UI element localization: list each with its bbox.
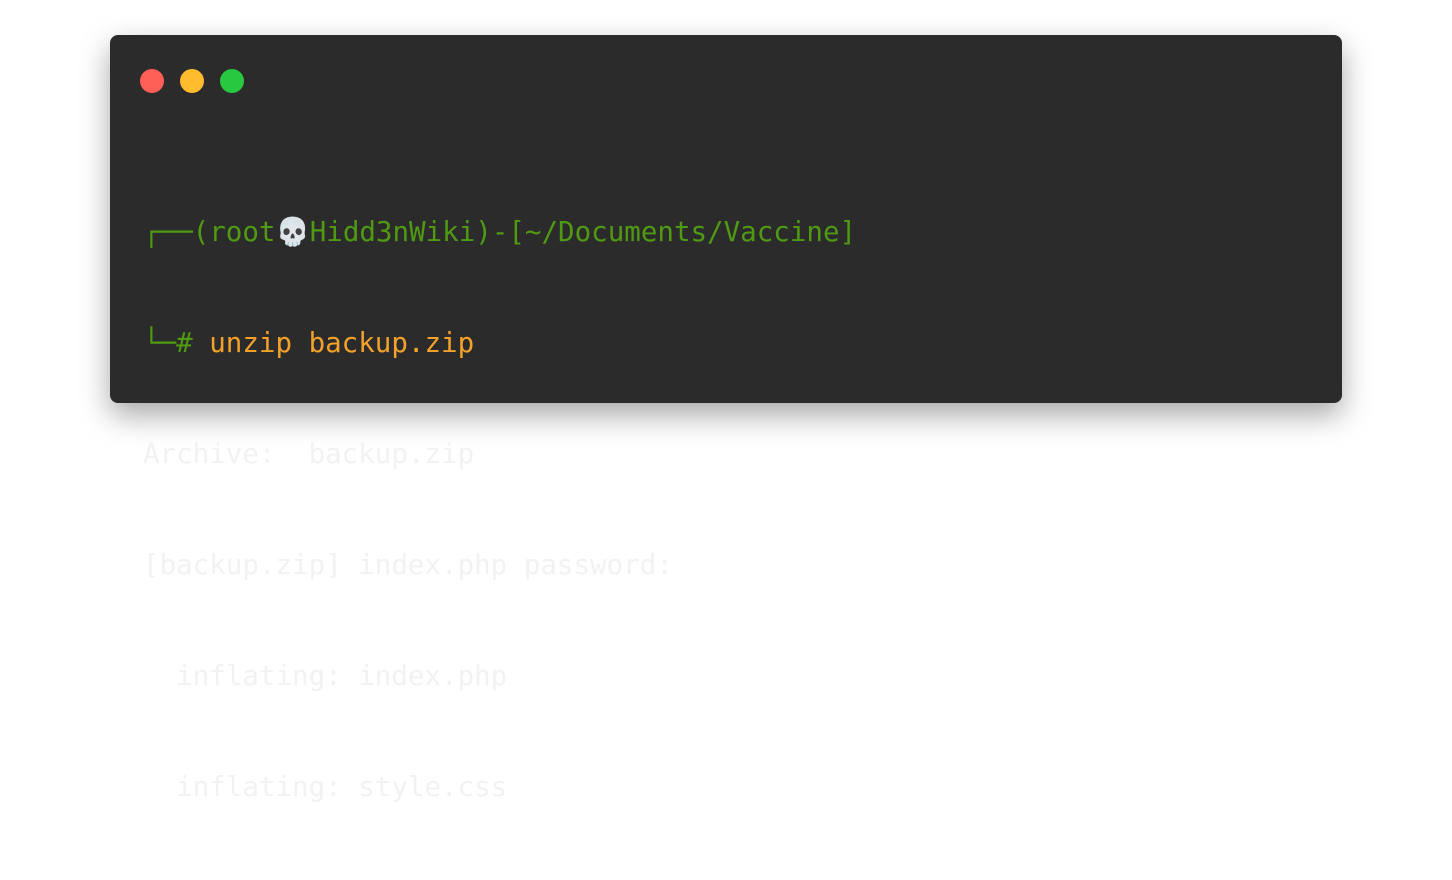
command-line: └─# unzip backup.zip bbox=[143, 325, 856, 362]
terminal-output: ┌──(root💀Hidd3nWiki)-[~/Documents/Vaccin… bbox=[143, 140, 856, 880]
prompt-host-path: Hidd3nWiki)-[~/Documents/Vaccine] bbox=[309, 216, 857, 248]
output-line: inflating: index.php bbox=[143, 660, 508, 692]
close-button[interactable] bbox=[140, 69, 164, 93]
maximize-button[interactable] bbox=[220, 69, 244, 93]
prompt-line: ┌──(root💀Hidd3nWiki)-[~/Documents/Vaccin… bbox=[143, 214, 856, 251]
terminal-window: ┌──(root💀Hidd3nWiki)-[~/Documents/Vaccin… bbox=[110, 35, 1342, 803]
output-line: inflating: style.css bbox=[143, 771, 508, 803]
prompt-user: ┌──(root bbox=[143, 216, 276, 248]
command-text: unzip backup.zip bbox=[209, 327, 475, 359]
prompt-symbol: └─# bbox=[143, 327, 210, 359]
output-line: [backup.zip] index.php password: bbox=[143, 549, 673, 581]
minimize-button[interactable] bbox=[180, 69, 204, 93]
skull-icon: 💀 bbox=[275, 216, 310, 248]
